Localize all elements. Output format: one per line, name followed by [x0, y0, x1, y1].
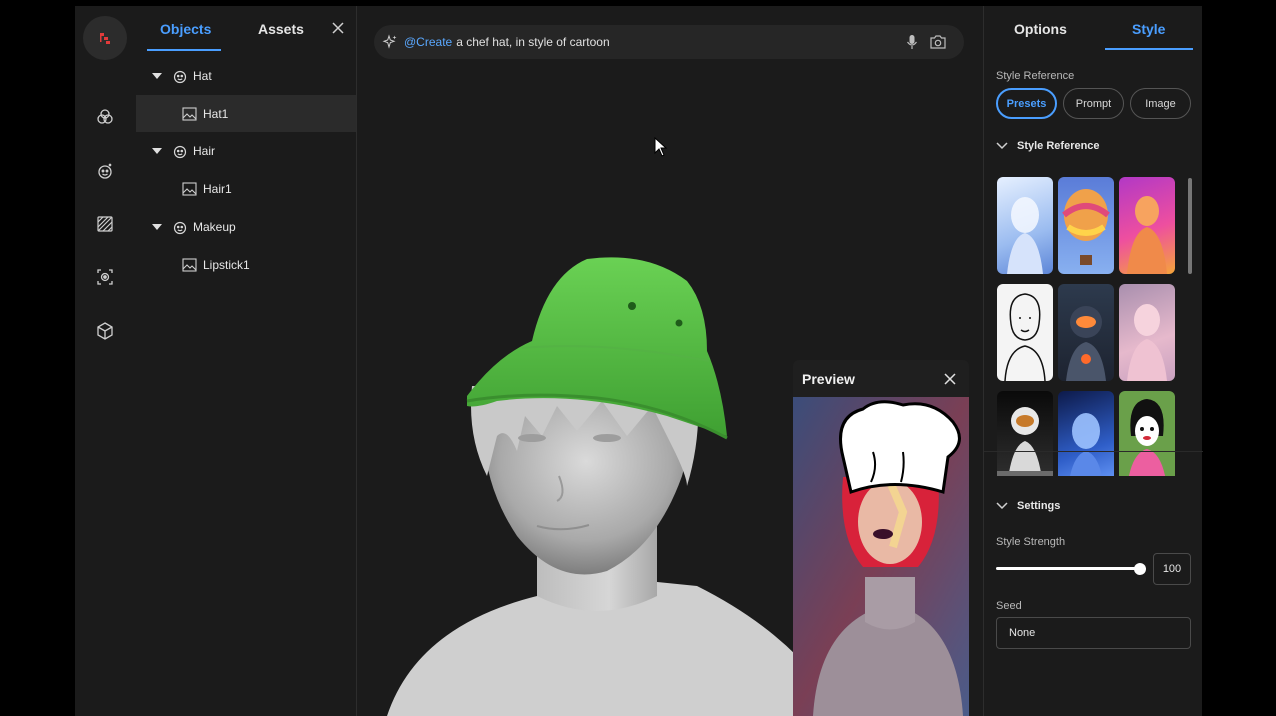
objects-panel: Objects Assets Hat Hat1 Hair Hair1 Makeu…	[136, 6, 357, 716]
preview-header: Preview	[793, 360, 969, 397]
thumbnail-pink-figure[interactable]	[1119, 284, 1175, 381]
preview-title: Preview	[802, 370, 855, 387]
cube-icon[interactable]	[91, 317, 119, 345]
logo-icon[interactable]	[83, 16, 127, 60]
seed-label: Seed	[996, 600, 1022, 612]
active-tab-indicator	[1105, 48, 1193, 50]
viewport[interactable]: @Create a chef hat, in style of cartoon	[357, 6, 983, 716]
face-filter-icon	[172, 143, 188, 159]
settings-section-header[interactable]: Settings	[996, 500, 1060, 512]
section-title: Style Reference	[1017, 140, 1100, 152]
tree-item-label: Hair1	[203, 181, 232, 196]
thumbnail-cartoon-girl[interactable]	[1119, 391, 1175, 476]
tree-item-hat[interactable]: Hat	[136, 57, 356, 94]
app-window: Objects Assets Hat Hat1 Hair Hair1 Makeu…	[75, 6, 1203, 716]
panel-tabs: Objects Assets	[136, 6, 356, 52]
tab-style[interactable]: Style	[1132, 21, 1165, 37]
pattern-icon[interactable]	[91, 210, 119, 238]
style-thumbnail-grid	[997, 177, 1179, 476]
style-strength-label: Style Strength	[996, 536, 1066, 548]
tree-item-hair1[interactable]: Hair1	[136, 170, 356, 207]
style-strength-slider-track[interactable]	[996, 567, 1139, 570]
tree-item-lipstick1[interactable]: Lipstick1	[136, 246, 356, 283]
face-filter-icon	[172, 219, 188, 235]
preview-window: Preview	[793, 360, 969, 716]
prompt-button[interactable]: Prompt	[1063, 88, 1124, 119]
seed-input[interactable]: None	[996, 617, 1191, 649]
thumbnail-astronaut-moon[interactable]	[997, 391, 1053, 476]
close-icon[interactable]	[330, 20, 346, 36]
tree-item-label: Lipstick1	[203, 257, 250, 272]
face-icon[interactable]	[91, 157, 119, 185]
image-button[interactable]: Image	[1130, 88, 1191, 119]
tree-item-makeup[interactable]: Makeup	[136, 208, 356, 245]
presets-button[interactable]: Presets	[996, 88, 1057, 119]
thumbnail-pink-statue[interactable]	[1119, 177, 1175, 274]
focus-icon[interactable]	[91, 263, 119, 291]
caret-down-icon[interactable]	[152, 72, 162, 79]
thumbnail-white-figure[interactable]	[997, 177, 1053, 274]
tree-item-hair[interactable]: Hair	[136, 132, 356, 169]
style-panel: Options Style Style Reference Presets Pr…	[983, 6, 1203, 716]
style-strength-input[interactable]: 100	[1153, 553, 1191, 585]
chevron-down-icon	[996, 502, 1008, 510]
caret-down-icon[interactable]	[152, 223, 162, 230]
image-icon	[182, 106, 197, 121]
thumbnail-astronaut-glow[interactable]	[1058, 284, 1114, 381]
section-title: Settings	[1017, 500, 1061, 512]
tree-item-label: Makeup	[193, 219, 236, 234]
tab-assets[interactable]: Assets	[258, 21, 304, 37]
tab-objects[interactable]: Objects	[160, 21, 211, 37]
thumbnail-scrollbar[interactable]	[1188, 178, 1192, 274]
tree-item-label: Hat	[193, 68, 212, 83]
image-icon	[182, 257, 197, 272]
active-tab-indicator	[147, 49, 221, 51]
caret-down-icon[interactable]	[152, 147, 162, 154]
face-filter-icon	[172, 68, 188, 84]
thumbnail-balloon[interactable]	[1058, 177, 1114, 274]
layers-icon[interactable]	[91, 103, 119, 131]
tree-item-hat1[interactable]: Hat1	[136, 95, 356, 132]
close-icon[interactable]	[943, 372, 957, 386]
style-reference-label: Style Reference	[996, 70, 1075, 82]
tool-rail	[75, 6, 136, 716]
preview-image	[793, 397, 969, 716]
thumbnail-sketch-girl[interactable]	[997, 284, 1053, 381]
cursor-icon	[654, 137, 668, 157]
chevron-down-icon	[996, 142, 1008, 150]
tree-item-label: Hair	[193, 143, 216, 158]
image-icon	[182, 181, 197, 196]
section-divider	[984, 451, 1203, 452]
tab-options[interactable]: Options	[1014, 21, 1067, 37]
tree-item-label: Hat1	[203, 106, 229, 121]
thumbnail-blue-face[interactable]	[1058, 391, 1114, 476]
style-reference-section-header[interactable]: Style Reference	[996, 140, 1100, 152]
style-strength-slider-thumb[interactable]	[1134, 563, 1146, 575]
